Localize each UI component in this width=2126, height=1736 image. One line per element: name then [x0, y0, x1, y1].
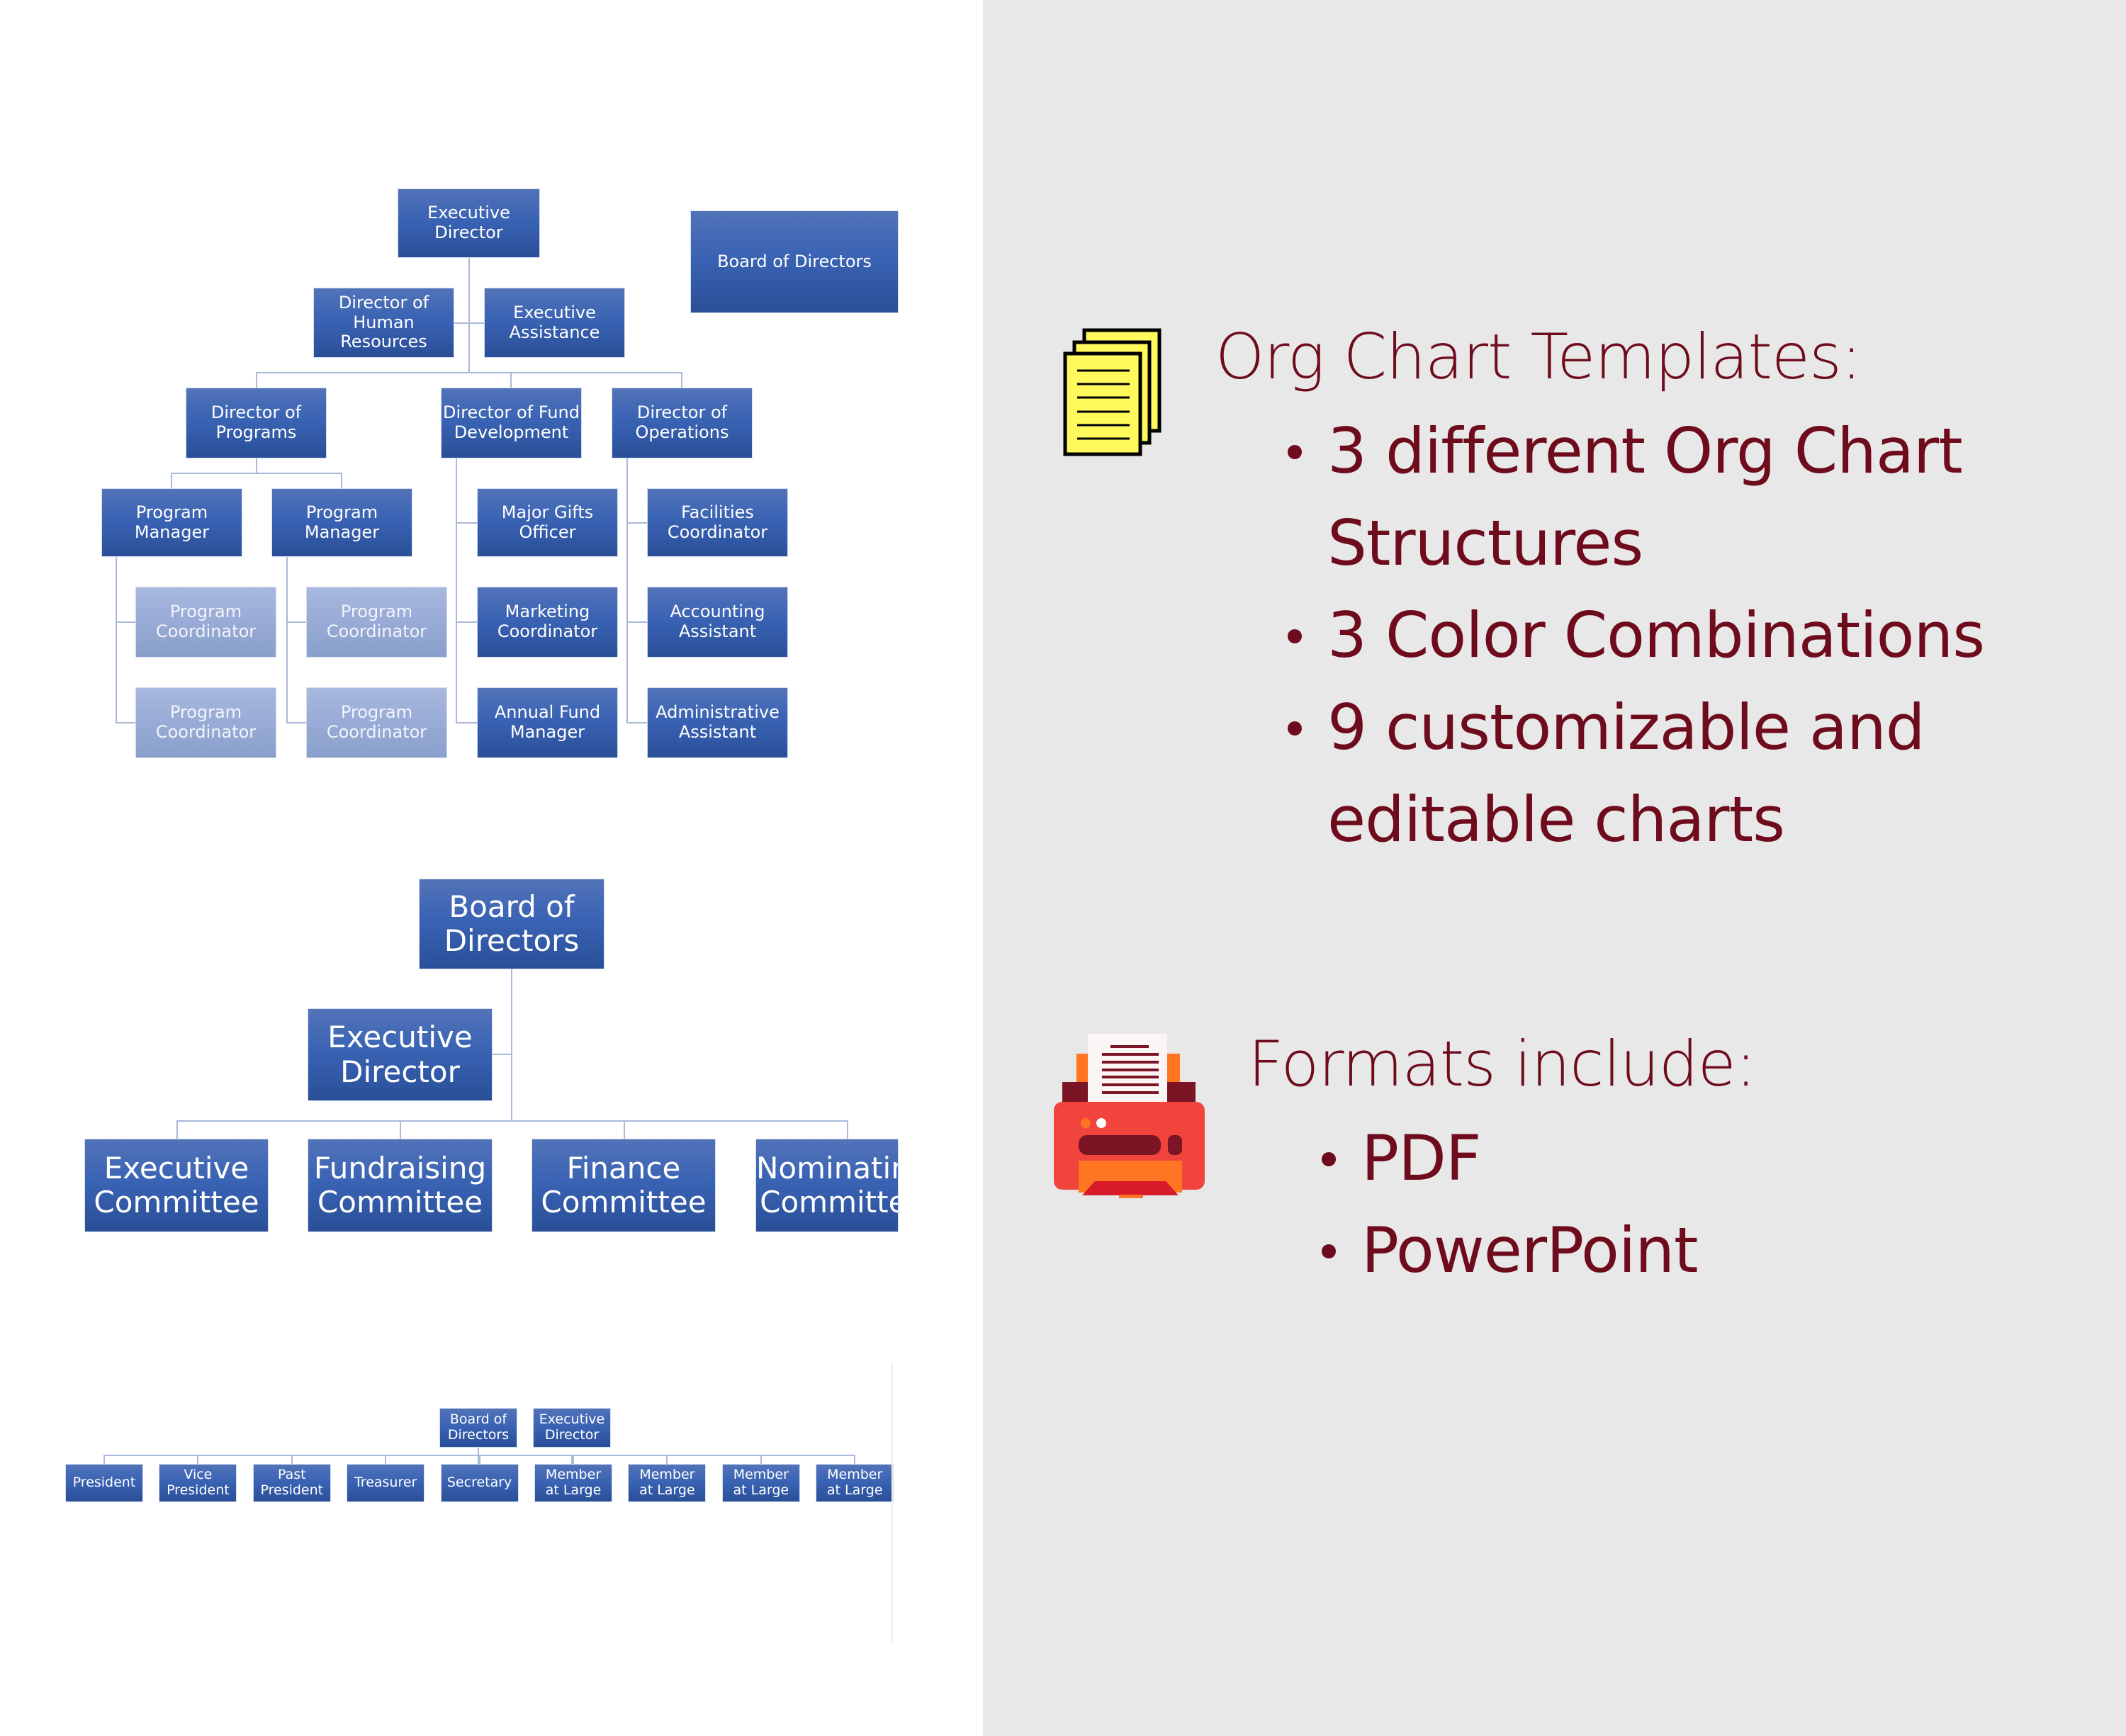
connector — [385, 1455, 387, 1464]
node-board-of-directors: Board of Directors — [690, 210, 899, 313]
node-executive-director: Executive Director — [398, 188, 540, 258]
product-info-panel: Org Chart Templates: 3 different Org Cha… — [983, 0, 2126, 1736]
node-officer: Member at Large — [816, 1464, 894, 1502]
connector — [847, 1120, 848, 1139]
node-officer: Member at Large — [534, 1464, 612, 1502]
node-program-manager: Program Manager — [271, 488, 412, 557]
connector — [454, 322, 484, 324]
connector — [400, 1120, 401, 1139]
connector — [291, 1455, 293, 1464]
feature-item: 3 Color Combinations — [1288, 590, 2103, 682]
feature-item: 9 customizable and editable charts — [1288, 682, 2103, 866]
printer-icon — [1054, 1034, 1205, 1198]
connector — [103, 1455, 105, 1464]
node-officer: Member at Large — [721, 1464, 800, 1502]
connector — [286, 557, 288, 723]
node-marketing-coordinator: Marketing Coordinator — [477, 587, 618, 658]
connector — [626, 522, 647, 524]
connector — [256, 458, 257, 473]
documents-stack-icon — [1063, 328, 1162, 456]
connector — [456, 722, 477, 723]
format-item: PDF — [1322, 1112, 1959, 1205]
connector — [456, 458, 457, 723]
page-edge-line — [892, 1363, 893, 1642]
bullet-icon — [1322, 1244, 1336, 1258]
connector — [854, 1455, 856, 1464]
connector — [624, 1120, 625, 1139]
node-program-coordinator: Program Coordinator — [135, 687, 276, 758]
connector — [681, 372, 682, 388]
node-nominating-committee: Nominating Committee — [755, 1139, 899, 1232]
bullet-icon — [1288, 721, 1302, 735]
node-executive-director: Executive Director — [308, 1008, 493, 1101]
connector — [626, 458, 628, 723]
formats-list: PDF PowerPoint — [1322, 1112, 1959, 1297]
node-director-operations: Director of Operations — [612, 388, 753, 458]
connector — [478, 1455, 480, 1464]
org-chart-previews-panel: Executive Director Board of Directors Di… — [0, 0, 983, 1736]
connector — [286, 722, 306, 723]
node-officer: Member at Large — [628, 1464, 707, 1502]
node-administrative-assistant: Administrative Assistant — [647, 687, 788, 758]
formats-heading: Formats include: — [1248, 1027, 1756, 1100]
connector — [197, 1455, 199, 1464]
connector — [286, 621, 306, 623]
node-program-coordinator: Program Coordinator — [306, 687, 447, 758]
connector — [116, 557, 117, 723]
node-program-coordinator: Program Coordinator — [306, 587, 447, 658]
node-board-of-directors: Board of Directors — [439, 1408, 517, 1448]
connector — [573, 1455, 574, 1464]
node-nominating-committee-label: Nominating Committee — [756, 1150, 898, 1219]
node-facilities-coordinator: Facilities Coordinator — [647, 488, 788, 557]
node-officer: Past President — [252, 1464, 331, 1502]
connector — [493, 1054, 512, 1055]
connector — [510, 372, 512, 388]
connector — [626, 722, 647, 723]
connector — [171, 473, 172, 488]
connector — [760, 1455, 762, 1464]
connector — [626, 621, 647, 623]
node-fundraising-committee: Fundraising Committee — [308, 1139, 493, 1232]
bullet-icon — [1288, 629, 1302, 643]
connector — [341, 473, 342, 488]
node-executive-assistance: Executive Assistance — [484, 288, 625, 358]
node-major-gifts-officer: Major Gifts Officer — [477, 488, 618, 557]
node-director-programs: Director of Programs — [186, 388, 327, 458]
bullet-icon — [1322, 1152, 1336, 1166]
node-board-of-directors: Board of Directors — [419, 879, 604, 969]
node-officer: Treasurer — [347, 1464, 425, 1502]
node-officer: President — [65, 1464, 143, 1502]
node-annual-fund-manager: Annual Fund Manager — [477, 687, 618, 758]
connector — [256, 372, 257, 388]
features-heading: Org Chart Templates: — [1215, 320, 1862, 393]
node-finance-committee: Finance Committee — [532, 1139, 716, 1232]
connector — [666, 1455, 668, 1464]
connector — [456, 621, 477, 623]
connector — [176, 1120, 178, 1139]
node-program-manager: Program Manager — [101, 488, 242, 557]
node-accounting-assistant: Accounting Assistant — [647, 587, 788, 658]
connector — [116, 722, 135, 723]
features-list: 3 different Org Chart Structures 3 Color… — [1288, 405, 2103, 866]
bullet-icon — [1288, 445, 1302, 459]
node-executive-director: Executive Director — [533, 1408, 611, 1448]
connector — [116, 621, 135, 623]
connector — [456, 522, 477, 524]
connector — [176, 1120, 848, 1122]
node-officer: Secretary — [440, 1464, 519, 1502]
node-executive-committee: Executive Committee — [84, 1139, 269, 1232]
node-program-coordinator: Program Coordinator — [135, 587, 276, 658]
node-director-fund-development: Director of Fund Development — [441, 388, 582, 458]
connector — [468, 258, 470, 373]
connector — [256, 372, 682, 373]
format-item: PowerPoint — [1322, 1205, 1959, 1297]
connector — [171, 473, 342, 474]
feature-item: 3 different Org Chart Structures — [1288, 405, 2103, 590]
connector — [511, 969, 512, 1122]
node-director-hr: Director of Human Resources — [313, 288, 454, 358]
node-officer: Vice President — [159, 1464, 237, 1502]
